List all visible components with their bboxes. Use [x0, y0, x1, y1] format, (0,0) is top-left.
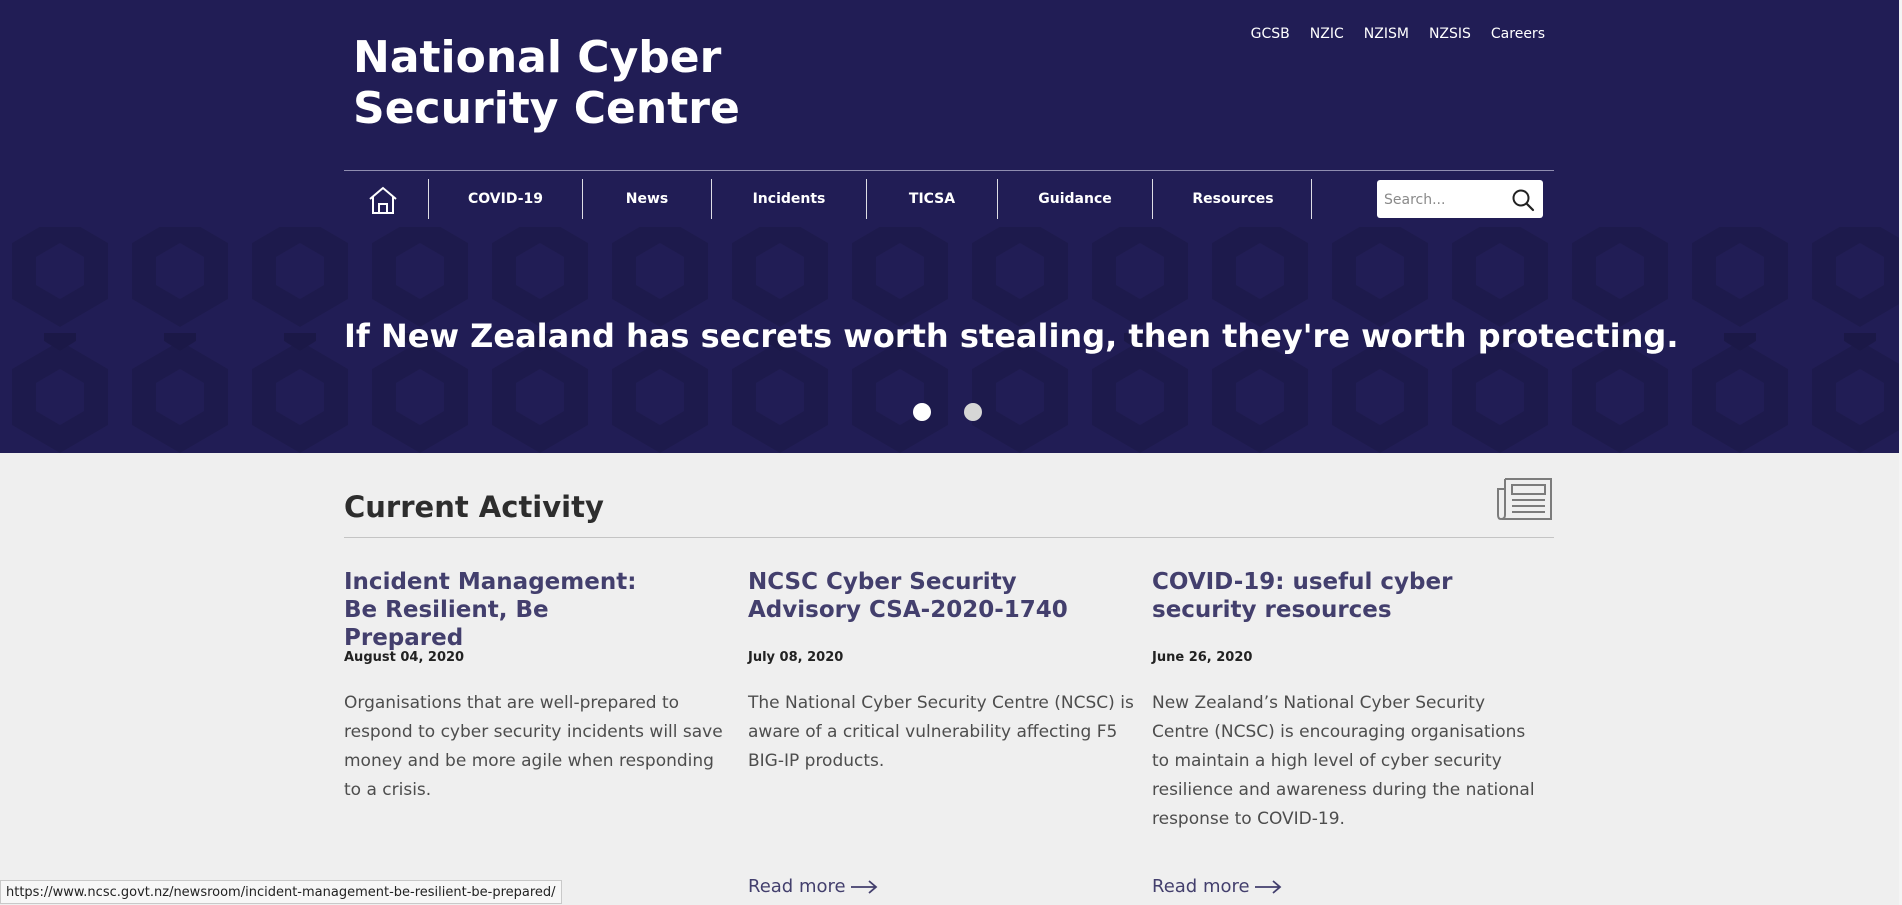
newspaper-icon: [1497, 478, 1552, 521]
activity-card: NCSC Cyber Security Advisory CSA-2020-17…: [748, 568, 1143, 897]
card-date: June 26, 2020: [1152, 650, 1253, 665]
card-title-link[interactable]: NCSC Cyber Security Advisory CSA-2020-17…: [748, 568, 1068, 624]
hero-banner: If New Zealand has secrets worth stealin…: [0, 227, 1899, 453]
nav-item-covid-19[interactable]: COVID-19: [429, 180, 582, 218]
nav-item-news[interactable]: News: [583, 180, 711, 218]
arrow-right-icon: [1254, 879, 1281, 894]
home-icon: [369, 186, 397, 214]
main-nav: COVID-19 News Incidents TICSA Guidance R…: [344, 170, 1554, 227]
card-summary: New Zealand’s National Cyber Security Ce…: [1152, 693, 1535, 829]
card-date: July 08, 2020: [748, 650, 844, 665]
nav-item-guidance[interactable]: Guidance: [998, 180, 1152, 218]
nav-item-incidents[interactable]: Incidents: [712, 180, 866, 218]
site-logo-title[interactable]: National Cyber Security Centre: [353, 32, 813, 134]
utility-link-gcsb[interactable]: GCSB: [1251, 26, 1290, 42]
section-heading: Current Activity: [344, 490, 604, 524]
nav-separator: [1311, 179, 1312, 219]
card-summary: The National Cyber Security Centre (NCSC…: [748, 693, 1134, 771]
card-summary: Organisations that are well-prepared to …: [344, 693, 723, 800]
search-box: [1377, 180, 1543, 220]
search-icon[interactable]: [1511, 188, 1535, 212]
card-title-link[interactable]: COVID-19: useful cyber security resource…: [1152, 568, 1472, 624]
read-more-link[interactable]: Read more: [1152, 876, 1282, 897]
carousel-dot-1[interactable]: [913, 403, 931, 421]
nav-item-ticsa[interactable]: TICSA: [867, 180, 997, 218]
status-url: https://www.ncsc.govt.nz/newsroom/incide…: [6, 884, 556, 900]
utility-link-careers[interactable]: Careers: [1491, 26, 1545, 42]
utility-nav: GCSB NZIC NZISM NZSIS Careers: [1251, 26, 1545, 42]
nav-item-resources[interactable]: Resources: [1153, 180, 1313, 218]
section-divider: [344, 537, 1554, 538]
read-more-label: Read more: [1152, 876, 1250, 897]
site-title-line-1[interactable]: National Cyber: [353, 32, 721, 83]
search-input[interactable]: [1382, 180, 1506, 220]
card-date: August 04, 2020: [344, 650, 465, 665]
read-more-label: Read more: [748, 876, 846, 897]
card-title-link[interactable]: Incident Management: Be Resilient, Be Pr…: [344, 568, 664, 652]
activity-card: COVID-19: useful cyber security resource…: [1152, 568, 1547, 897]
arrow-right-icon: [850, 879, 877, 894]
utility-link-nzism[interactable]: NZISM: [1364, 26, 1409, 42]
utility-link-nzic[interactable]: NZIC: [1310, 26, 1344, 42]
carousel-dot-2[interactable]: [964, 403, 982, 421]
browser-status-bar: https://www.ncsc.govt.nz/newsroom/incide…: [0, 880, 562, 904]
site-title-line-2[interactable]: Security Centre: [353, 83, 740, 134]
read-more-link[interactable]: Read more: [748, 876, 878, 897]
activity-card: Incident Management: Be Resilient, Be Pr…: [344, 568, 739, 800]
banner-headline: If New Zealand has secrets worth stealin…: [344, 317, 1679, 355]
nav-home-button[interactable]: [358, 183, 408, 217]
site-header: National Cyber Security Centre GCSB NZIC…: [0, 0, 1899, 227]
utility-link-nzsis[interactable]: NZSIS: [1429, 26, 1471, 42]
